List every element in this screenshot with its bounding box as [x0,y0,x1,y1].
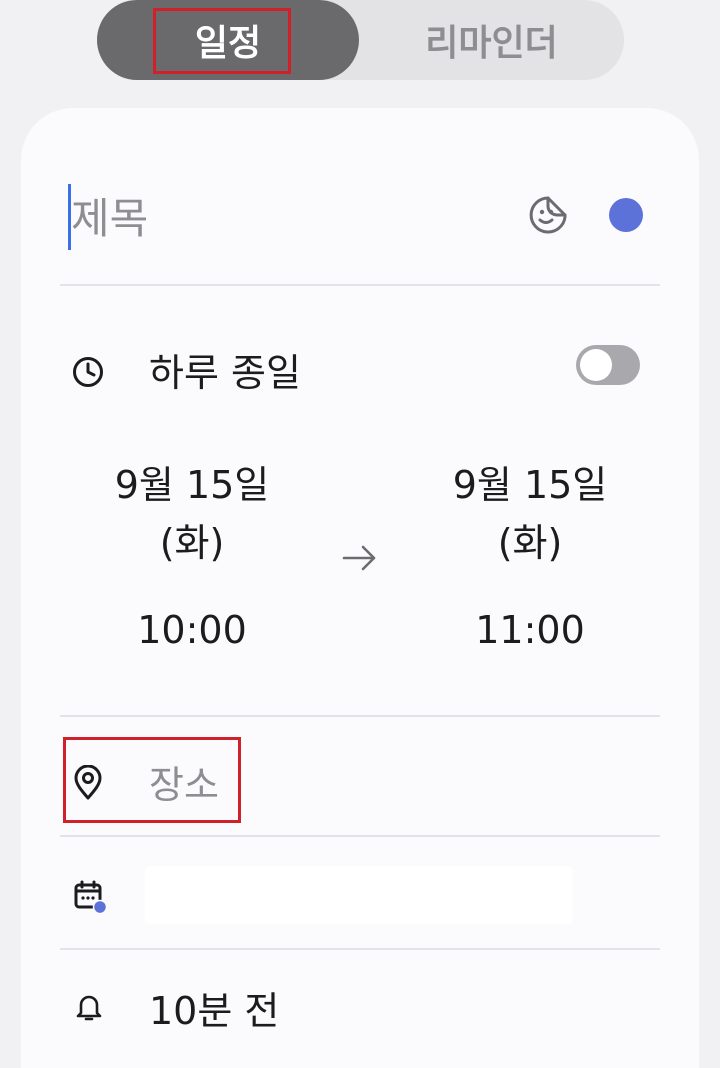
all-day-toggle[interactable] [576,345,640,385]
title-row [21,108,699,286]
divider [60,948,660,950]
sticker-icon[interactable] [527,194,569,236]
all-day-label: 하루 종일 [149,351,301,395]
title-input[interactable] [65,188,511,248]
calendar-icon[interactable] [73,879,109,915]
start-date: 9월 15일 [114,463,270,507]
end-weekday: (화) [497,521,563,565]
toggle-knob [580,349,612,381]
alert-label[interactable]: 10분 전 [149,980,279,1035]
divider [60,715,660,717]
arrow-right-icon [342,545,376,571]
text-cursor [68,184,71,250]
start-time: 10:00 [137,608,247,652]
event-type-tabs: 일정 리마인더 [97,0,624,80]
end-date: 9월 15일 [452,463,608,507]
location-input[interactable]: 장소 [149,754,219,809]
end-time: 11:00 [475,608,585,652]
start-weekday: (화) [159,521,225,565]
tab-reminder-label: 리마인더 [425,23,558,64]
tab-event-label: 일정 [194,23,262,64]
divider [60,284,660,286]
bell-icon [76,995,102,1021]
divider [60,835,660,837]
start-datetime[interactable]: 9월 15일 (화) 10:00 [72,456,312,652]
color-picker-dot[interactable] [609,198,643,232]
location-pin-icon [74,765,102,800]
tab-reminder[interactable]: 리마인더 [359,0,624,80]
tab-event[interactable]: 일정 [97,0,359,80]
end-datetime[interactable]: 9월 15일 (화) 11:00 [410,456,650,652]
clock-icon [73,357,103,387]
event-form-card: 하루 종일 9월 15일 (화) 10:00 9월 15일 (화) 11:00 … [21,108,699,1068]
calendar-selector[interactable] [145,866,573,924]
